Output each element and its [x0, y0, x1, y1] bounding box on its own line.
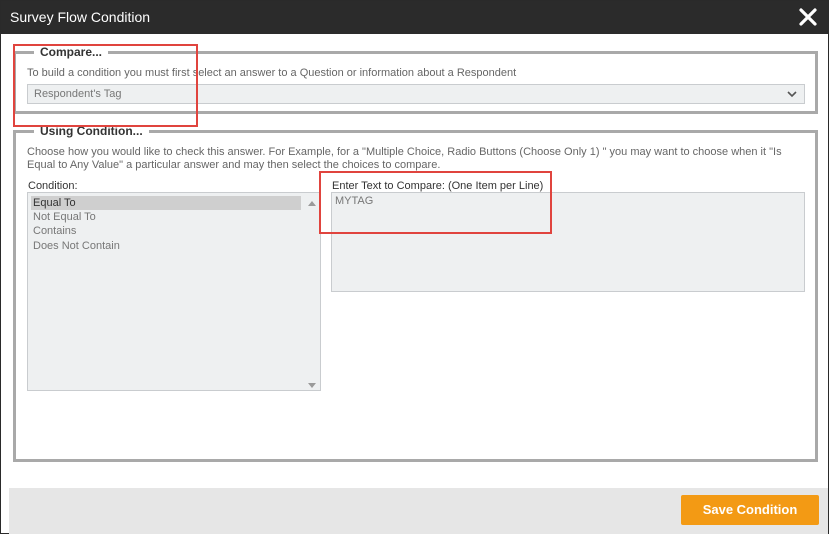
chevron-down-icon	[786, 88, 798, 100]
dialog-title: Survey Flow Condition	[10, 9, 151, 25]
survey-flow-condition-dialog: Survey Flow Condition Compare... To buil…	[0, 0, 829, 534]
condition-option-contains[interactable]: Contains	[31, 224, 301, 238]
condition-option-does-not-contain[interactable]: Does Not Contain	[31, 239, 301, 253]
highlight-box-compare-text	[319, 171, 552, 234]
highlight-box-compare	[13, 44, 198, 127]
condition-option-equal-to[interactable]: Equal To	[31, 196, 301, 210]
dialog-titlebar: Survey Flow Condition	[1, 1, 828, 34]
condition-listbox[interactable]: Equal To Not Equal To Contains Does Not …	[27, 192, 321, 391]
condition-option-not-equal-to[interactable]: Not Equal To	[31, 210, 301, 224]
scroll-down-icon[interactable]	[308, 380, 316, 388]
condition-label: Condition:	[28, 180, 78, 192]
scroll-up-icon[interactable]	[308, 197, 316, 206]
save-condition-button[interactable]: Save Condition	[681, 495, 819, 525]
using-hint-line-1: Choose how you would like to check this …	[27, 146, 782, 158]
close-icon[interactable]	[798, 7, 818, 27]
